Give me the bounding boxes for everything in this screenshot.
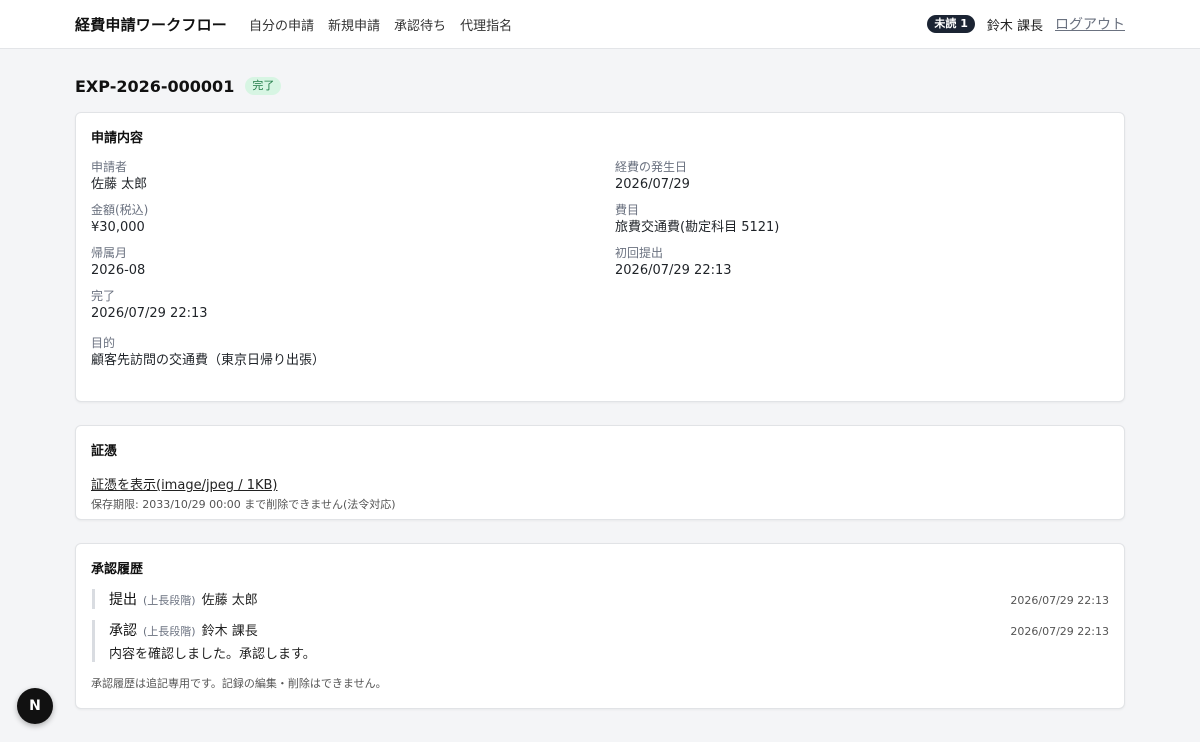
unread-badge[interactable]: 未読 1: [927, 15, 975, 33]
app-title: 経費申請ワークフロー: [75, 15, 228, 34]
field-value: 2026-08: [91, 263, 146, 278]
field-expense-category: 費目 旅費交通費(勘定科目 5121): [615, 203, 1109, 237]
main-content: EXP-2026-000001 完了 申請内容 申請者 佐藤 太郎 経費の発生日…: [0, 76, 1200, 709]
history-entry: 提出 (上長段階) 佐藤 太郎 2026/07/29 22:13: [92, 589, 1109, 609]
history-note: 承認履歴は追記専用です。記録の編集・削除はできません。: [91, 677, 387, 690]
view-evidence-link[interactable]: 証憑を表示(image/jpeg / 1KB): [91, 474, 278, 493]
field-label: 申請者: [91, 160, 128, 174]
entry-comment: 内容を確認しました。承認します。: [109, 647, 316, 662]
nav-my-requests[interactable]: 自分の申請: [249, 15, 314, 34]
details-grid: 申請者 佐藤 太郎 経費の発生日 2026/07/29 金額(税込) ¥30,0…: [91, 160, 1109, 323]
logout-link[interactable]: ログアウト: [1055, 14, 1125, 34]
field-label: 目的: [91, 336, 116, 350]
field-expense-date: 経費の発生日 2026/07/29: [615, 160, 1109, 194]
field-purpose: 目的 顧客先訪問の交通費（東京日帰り出張）: [91, 336, 1109, 370]
nav-proxy-designation[interactable]: 代理指名: [460, 15, 512, 34]
field-value: 佐藤 太郎: [91, 177, 148, 192]
user-area: 未読 1 鈴木 課長 ログアウト: [927, 14, 1125, 34]
history-list: 提出 (上長段階) 佐藤 太郎 2026/07/29 22:13 承認 (上長段…: [91, 589, 1109, 662]
field-attribution-month: 帰属月 2026-08: [91, 246, 615, 280]
nav-pending-approval[interactable]: 承認待ち: [394, 15, 446, 34]
field-value: 顧客先訪問の交通費（東京日帰り出張）: [91, 353, 326, 368]
field-completed: 完了 2026/07/29 22:13: [91, 289, 615, 323]
n-logo-icon: N: [29, 698, 41, 714]
nav-new-request[interactable]: 新規申請: [328, 15, 380, 34]
dev-tools-button[interactable]: N: [17, 688, 53, 724]
field-label: 帰属月: [91, 246, 128, 260]
entry-action: 提出: [109, 592, 137, 608]
field-applicant: 申請者 佐藤 太郎: [91, 160, 615, 194]
entry-time: 2026/07/29 22:13: [1010, 625, 1109, 638]
field-value: 2026/07/29 22:13: [615, 263, 732, 278]
card-title: 申請内容: [91, 131, 144, 146]
field-label: 完了: [91, 289, 116, 303]
field-label: 金額(税込): [91, 203, 149, 217]
current-user: 鈴木 課長: [986, 18, 1043, 34]
entry-actor: 佐藤 太郎: [201, 593, 258, 608]
top-bar: 経費申請ワークフロー 自分の申請 新規申請 承認待ち 代理指名 未読 1 鈴木 …: [0, 0, 1200, 49]
page-title: EXP-2026-000001: [75, 76, 235, 96]
history-entry: 承認 (上長段階) 鈴木 課長 2026/07/29 22:13 内容を確認しま…: [92, 620, 1109, 662]
field-value: 旅費交通費(勘定科目 5121): [615, 220, 780, 235]
retention-note: 保存期限: 2033/10/29 00:00 まで削除できません(法令対応): [91, 498, 396, 511]
entry-stage: (上長段階): [143, 594, 196, 607]
entry-action: 承認: [109, 623, 137, 639]
approval-history-card: 承認履歴 提出 (上長段階) 佐藤 太郎 2026/07/29 22:13 承認…: [75, 543, 1125, 709]
field-label: 費目: [615, 203, 640, 217]
evidence-card: 証憑 証憑を表示(image/jpeg / 1KB) 保存期限: 2033/10…: [75, 425, 1125, 520]
field-value: 2026/07/29: [615, 177, 690, 192]
entry-head: 承認 (上長段階) 鈴木 課長 2026/07/29 22:13: [109, 620, 1109, 640]
field-amount: 金額(税込) ¥30,000: [91, 203, 615, 237]
title-row: EXP-2026-000001 完了: [75, 76, 1125, 96]
field-value: 2026/07/29 22:13: [91, 306, 208, 321]
request-details-card: 申請内容 申請者 佐藤 太郎 経費の発生日 2026/07/29 金額(税込) …: [75, 112, 1125, 402]
entry-time: 2026/07/29 22:13: [1010, 594, 1109, 607]
card-title: 証憑: [91, 444, 118, 459]
main-nav: 自分の申請 新規申請 承認待ち 代理指名: [249, 15, 512, 34]
field-label: 初回提出: [615, 246, 664, 260]
field-first-submitted: 初回提出 2026/07/29 22:13: [615, 246, 1109, 280]
entry-stage: (上長段階): [143, 625, 196, 638]
entry-head: 提出 (上長段階) 佐藤 太郎 2026/07/29 22:13: [109, 589, 1109, 609]
card-title: 承認履歴: [91, 562, 144, 577]
grid-spacer: [615, 289, 1109, 323]
entry-actor: 鈴木 課長: [201, 624, 258, 639]
field-label: 経費の発生日: [615, 160, 688, 174]
field-value: ¥30,000: [91, 220, 145, 235]
status-badge: 完了: [245, 77, 282, 95]
